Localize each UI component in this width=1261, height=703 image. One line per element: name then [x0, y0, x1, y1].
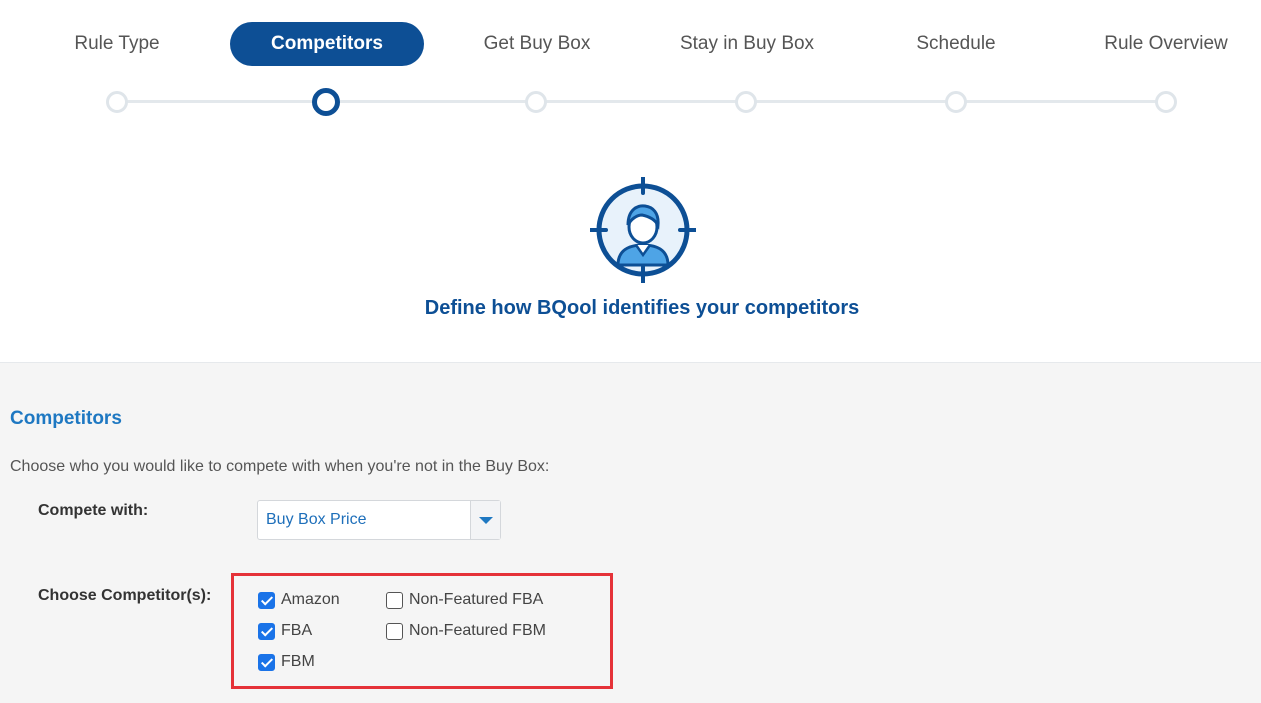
checkbox-label: FBA	[281, 622, 313, 639]
section-description: Choose who you would like to compete wit…	[10, 458, 550, 475]
checkbox-checked-icon[interactable]	[258, 653, 275, 671]
checkbox-unchecked-icon[interactable]	[386, 591, 403, 609]
checkbox-label: Non-Featured FBM	[409, 622, 546, 639]
checkbox-non-featured-fbm[interactable]: Non-Featured FBM	[386, 620, 546, 642]
checkbox-non-featured-fba[interactable]: Non-Featured FBA	[386, 589, 543, 611]
page-heading: Define how BQool identifies your competi…	[424, 297, 860, 319]
compete-with-value: Buy Box Price	[266, 511, 367, 528]
checkbox-label: FBM	[281, 653, 315, 670]
step-dot-stay-in-buy-box[interactable]	[735, 91, 757, 113]
step-dot-rule-type[interactable]	[106, 91, 128, 113]
step-rule-overview[interactable]: Rule Overview	[1066, 22, 1261, 66]
step-dot-get-buy-box[interactable]	[525, 91, 547, 113]
rule-wizard-stepper: Rule Type Competitors Get Buy Box Stay i…	[0, 0, 1261, 140]
step-competitors[interactable]: Competitors	[230, 22, 424, 66]
compete-with-label: Compete with:	[38, 502, 149, 519]
step-get-buy-box[interactable]: Get Buy Box	[437, 22, 637, 66]
chevron-down-icon[interactable]	[470, 501, 500, 539]
checkbox-unchecked-icon[interactable]	[386, 622, 403, 640]
competitors-panel: Competitors Choose who you would like to…	[0, 362, 1261, 703]
compete-with-dropdown[interactable]: Buy Box Price	[257, 500, 501, 540]
section-title: Competitors	[10, 408, 122, 429]
step-rule-type[interactable]: Rule Type	[17, 22, 217, 66]
step-stay-in-buy-box[interactable]: Stay in Buy Box	[647, 22, 847, 66]
stepper-track	[117, 100, 1166, 103]
checkbox-fba[interactable]: FBA	[258, 620, 312, 642]
step-dot-rule-overview[interactable]	[1155, 91, 1177, 113]
checkbox-label: Amazon	[281, 591, 340, 608]
checkbox-fbm[interactable]: FBM	[258, 651, 315, 673]
checkbox-checked-icon[interactable]	[258, 591, 275, 609]
checkbox-checked-icon[interactable]	[258, 622, 275, 640]
step-dot-competitors[interactable]	[312, 88, 340, 116]
choose-competitors-label: Choose Competitor(s):	[38, 587, 212, 604]
competitor-target-icon	[588, 175, 698, 285]
step-schedule[interactable]: Schedule	[856, 22, 1056, 66]
step-dot-schedule[interactable]	[945, 91, 967, 113]
checkbox-amazon[interactable]: Amazon	[258, 589, 340, 611]
checkbox-label: Non-Featured FBA	[409, 591, 544, 608]
